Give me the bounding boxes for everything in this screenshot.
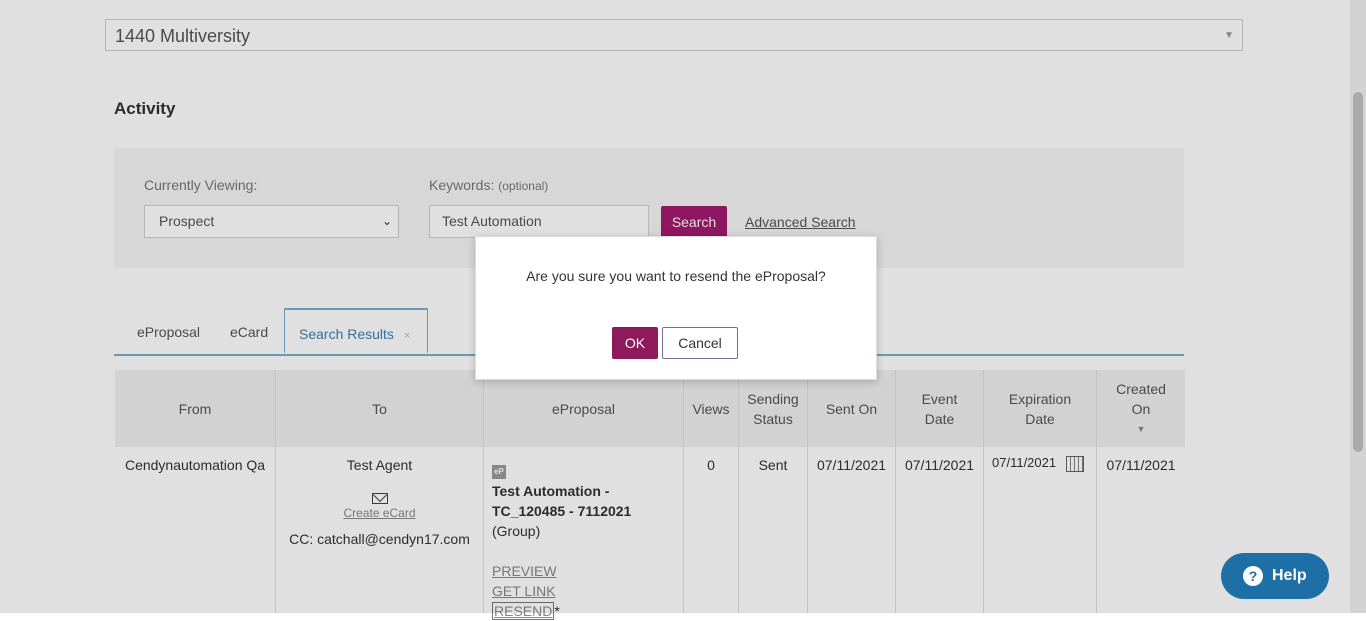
cancel-button[interactable]: Cancel xyxy=(662,327,738,359)
question-icon: ? xyxy=(1243,566,1263,586)
ok-button[interactable]: OK xyxy=(612,327,658,359)
help-button[interactable]: ? Help xyxy=(1221,553,1329,599)
confirm-dialog: Are you sure you want to resend the ePro… xyxy=(475,236,877,380)
dialog-message: Are you sure you want to resend the ePro… xyxy=(526,268,826,284)
help-label: Help xyxy=(1272,567,1307,584)
